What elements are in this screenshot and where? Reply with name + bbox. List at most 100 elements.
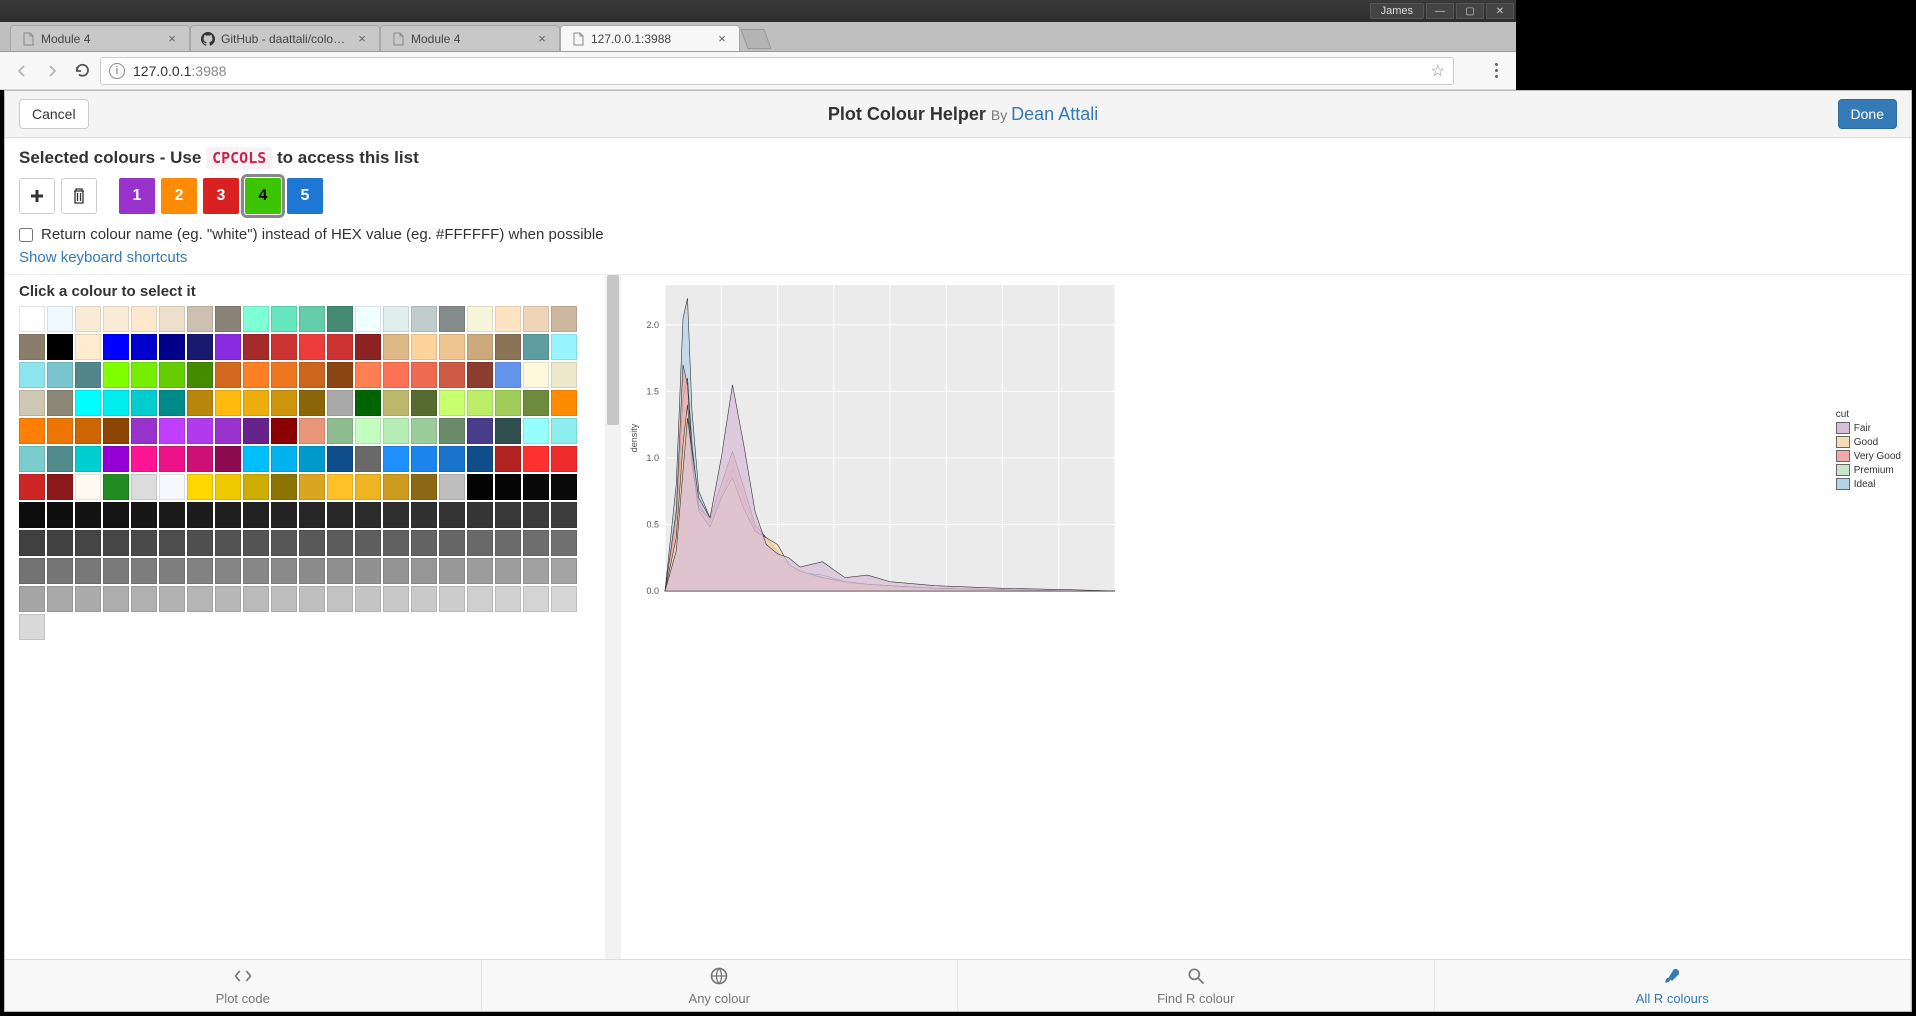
palette-cell[interactable] (551, 586, 577, 612)
palette-cell[interactable] (75, 306, 101, 332)
palette-cell[interactable] (551, 362, 577, 388)
palette-cell[interactable] (187, 306, 213, 332)
palette-cell[interactable] (383, 502, 409, 528)
palette-cell[interactable] (327, 334, 353, 360)
palette-cell[interactable] (327, 390, 353, 416)
palette-cell[interactable] (355, 502, 381, 528)
palette-cell[interactable] (439, 334, 465, 360)
palette-cell[interactable] (523, 502, 549, 528)
return-name-option[interactable]: Return colour name (eg. "white") instead… (5, 220, 1911, 249)
bottom-tab-code[interactable]: Plot code (5, 960, 482, 1011)
palette-cell[interactable] (327, 362, 353, 388)
palette-cell[interactable] (523, 418, 549, 444)
palette-cell[interactable] (19, 446, 45, 472)
palette-cell[interactable] (439, 586, 465, 612)
palette-cell[interactable] (355, 558, 381, 584)
palette-cell[interactable] (103, 558, 129, 584)
palette-cell[interactable] (523, 530, 549, 556)
palette-cell[interactable] (47, 390, 73, 416)
palette-cell[interactable] (299, 502, 325, 528)
palette-cell[interactable] (19, 334, 45, 360)
palette-cell[interactable] (271, 474, 297, 500)
palette-cell[interactable] (19, 530, 45, 556)
back-button[interactable] (10, 59, 34, 83)
close-button[interactable]: ✕ (1486, 3, 1514, 19)
palette-cell[interactable] (159, 334, 185, 360)
palette-cell[interactable] (411, 446, 437, 472)
palette-cell[interactable] (159, 530, 185, 556)
palette-cell[interactable] (411, 362, 437, 388)
palette-cell[interactable] (131, 362, 157, 388)
palette-cell[interactable] (495, 418, 521, 444)
palette-cell[interactable] (355, 306, 381, 332)
palette-cell[interactable] (47, 474, 73, 500)
palette-cell[interactable] (47, 502, 73, 528)
tab-close-icon[interactable]: × (535, 31, 549, 46)
palette-cell[interactable] (159, 418, 185, 444)
palette-cell[interactable] (19, 390, 45, 416)
palette-cell[interactable] (439, 362, 465, 388)
palette-cell[interactable] (159, 446, 185, 472)
palette-cell[interactable] (439, 390, 465, 416)
browser-menu-button[interactable] (1486, 63, 1506, 78)
palette-cell[interactable] (327, 502, 353, 528)
tab-close-icon[interactable]: × (165, 31, 179, 46)
palette-cell[interactable] (411, 334, 437, 360)
palette-cell[interactable] (47, 586, 73, 612)
palette-cell[interactable] (75, 530, 101, 556)
palette-cell[interactable] (243, 502, 269, 528)
palette-cell[interactable] (467, 586, 493, 612)
palette-cell[interactable] (551, 334, 577, 360)
bookmark-icon[interactable]: ☆ (1431, 61, 1445, 81)
palette-cell[interactable] (327, 306, 353, 332)
palette-cell[interactable] (383, 306, 409, 332)
palette-cell[interactable] (327, 474, 353, 500)
palette-cell[interactable] (523, 558, 549, 584)
palette-cell[interactable] (103, 446, 129, 472)
palette-cell[interactable] (243, 558, 269, 584)
palette-cell[interactable] (495, 502, 521, 528)
palette-cell[interactable] (355, 418, 381, 444)
palette-cell[interactable] (187, 502, 213, 528)
palette-cell[interactable] (299, 558, 325, 584)
palette-cell[interactable] (467, 306, 493, 332)
palette-cell[interactable] (215, 474, 241, 500)
palette-cell[interactable] (215, 334, 241, 360)
palette-cell[interactable] (19, 614, 45, 640)
bottom-tab-search[interactable]: Find R colour (958, 960, 1435, 1011)
palette-cell[interactable] (467, 530, 493, 556)
palette-cell[interactable] (47, 446, 73, 472)
delete-colour-button[interactable] (61, 178, 97, 214)
palette-cell[interactable] (215, 530, 241, 556)
palette-cell[interactable] (75, 418, 101, 444)
palette-cell[interactable] (299, 446, 325, 472)
palette-cell[interactable] (467, 474, 493, 500)
palette-cell[interactable] (215, 362, 241, 388)
palette-cell[interactable] (271, 306, 297, 332)
palette-cell[interactable] (131, 334, 157, 360)
palette-cell[interactable] (495, 586, 521, 612)
palette-cell[interactable] (159, 306, 185, 332)
palette-cell[interactable] (103, 586, 129, 612)
palette-cell[interactable] (411, 418, 437, 444)
palette-cell[interactable] (551, 446, 577, 472)
palette-cell[interactable] (523, 474, 549, 500)
palette-cell[interactable] (131, 390, 157, 416)
palette-cell[interactable] (299, 474, 325, 500)
palette-cell[interactable] (495, 306, 521, 332)
site-info-icon[interactable]: i (109, 63, 125, 79)
palette-cell[interactable] (243, 530, 269, 556)
palette-cell[interactable] (187, 446, 213, 472)
selected-swatch[interactable]: 5 (287, 178, 323, 214)
palette-cell[interactable] (131, 502, 157, 528)
palette-cell[interactable] (383, 558, 409, 584)
palette-cell[interactable] (47, 530, 73, 556)
palette-cell[interactable] (383, 474, 409, 500)
scrollbar-thumb[interactable] (607, 275, 619, 425)
palette-cell[interactable] (523, 362, 549, 388)
palette-cell[interactable] (159, 558, 185, 584)
palette-cell[interactable] (215, 502, 241, 528)
tab-close-icon[interactable]: × (355, 31, 369, 46)
os-user[interactable]: James (1370, 3, 1424, 19)
palette-cell[interactable] (215, 418, 241, 444)
